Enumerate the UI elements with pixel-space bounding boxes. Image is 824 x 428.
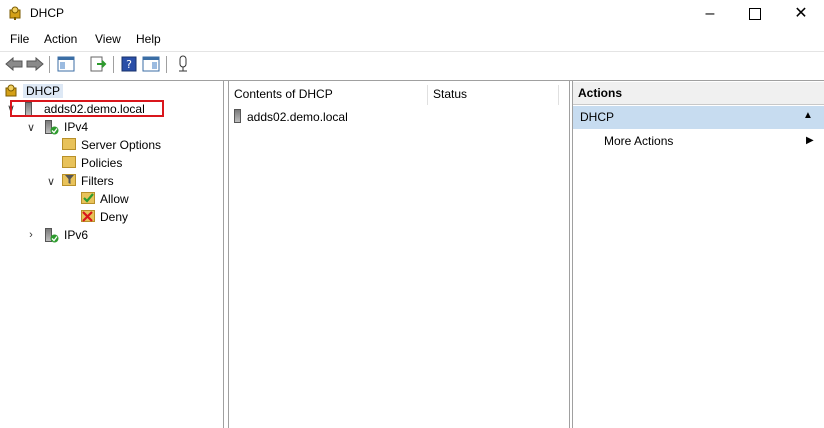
menu-help[interactable]: Help: [136, 32, 161, 46]
toolbar-separator: [113, 56, 114, 73]
chevron-down-icon[interactable]: ∨: [26, 121, 36, 134]
column-divider[interactable]: [558, 85, 559, 105]
help-icon[interactable]: ?: [119, 54, 139, 74]
menu-bar: [0, 30, 824, 50]
actions-section-label: DHCP: [580, 110, 615, 124]
column-header-status[interactable]: Status: [433, 83, 467, 105]
tree-item-policies[interactable]: Policies: [62, 154, 122, 172]
action-more-actions[interactable]: More Actions: [604, 134, 673, 148]
tree-item-server-options[interactable]: Server Options: [62, 136, 161, 154]
results-pane: [228, 81, 570, 428]
tree-item-filters[interactable]: Filters: [62, 172, 114, 190]
menu-file[interactable]: File: [10, 32, 29, 46]
export-list-icon[interactable]: [88, 54, 108, 74]
list-item[interactable]: adds02.demo.local: [234, 108, 348, 126]
show-hide-console-tree-icon[interactable]: [56, 54, 76, 74]
filters-icon: [62, 174, 76, 188]
tree-label: Policies: [81, 156, 123, 170]
server-status-icon[interactable]: [173, 54, 193, 74]
menu-view[interactable]: View: [95, 32, 121, 46]
chevron-right-icon[interactable]: ›: [26, 229, 36, 241]
menu-action[interactable]: Action: [44, 32, 77, 46]
action-label: More Actions: [604, 134, 674, 148]
tree-item-ipv6[interactable]: IPv6: [45, 226, 88, 244]
deny-icon: [81, 210, 95, 224]
forward-arrow-icon[interactable]: [25, 54, 45, 74]
window-title: DHCP: [30, 6, 65, 20]
tree-label: IPv6: [64, 228, 89, 242]
collapse-up-icon[interactable]: ▲: [803, 110, 813, 121]
tree-label: Filters: [81, 174, 114, 188]
tree-item-ipv4[interactable]: IPv4: [45, 118, 88, 136]
tree-label: DHCP: [23, 84, 64, 98]
svg-text:?: ?: [126, 58, 132, 71]
dhcp-app-icon: [8, 6, 22, 20]
tree-label: Deny: [100, 210, 129, 224]
close-button[interactable]: ✕: [778, 0, 824, 28]
toolbar-separator: [166, 56, 167, 73]
chevron-down-icon[interactable]: ∨: [46, 175, 56, 188]
tree-item-allow[interactable]: Allow: [81, 190, 129, 208]
server-icon: [234, 108, 241, 126]
back-arrow-icon[interactable]: [4, 54, 24, 74]
selection-highlight-box: [10, 100, 164, 117]
list-item-name: adds02.demo.local: [247, 110, 348, 124]
actions-header: Actions: [578, 86, 623, 100]
maximize-button[interactable]: [732, 0, 778, 28]
server-options-icon: [62, 138, 76, 152]
ipv4-server-icon: [45, 120, 59, 135]
allow-icon: [81, 192, 95, 206]
tree-label: Allow: [100, 192, 129, 206]
tree-item-deny[interactable]: Deny: [81, 208, 128, 226]
submenu-arrow-icon: ▶: [806, 135, 814, 146]
column-divider[interactable]: [427, 85, 428, 105]
show-hide-action-pane-icon[interactable]: [141, 54, 161, 74]
minimize-button[interactable]: –: [687, 0, 733, 28]
dhcp-icon: [4, 84, 18, 98]
tree-label: IPv4: [64, 120, 89, 134]
toolbar-separator: [49, 56, 50, 73]
tree-item-dhcp[interactable]: DHCP: [4, 82, 64, 100]
tree-label: Server Options: [81, 138, 162, 152]
console-tree-pane: DHCP ∨ adds02.demo.local ∨ IPv4 Server O…: [2, 81, 224, 428]
column-header-contents[interactable]: Contents of DHCP: [234, 83, 333, 105]
policies-icon: [62, 156, 76, 170]
ipv6-server-icon: [45, 228, 59, 243]
